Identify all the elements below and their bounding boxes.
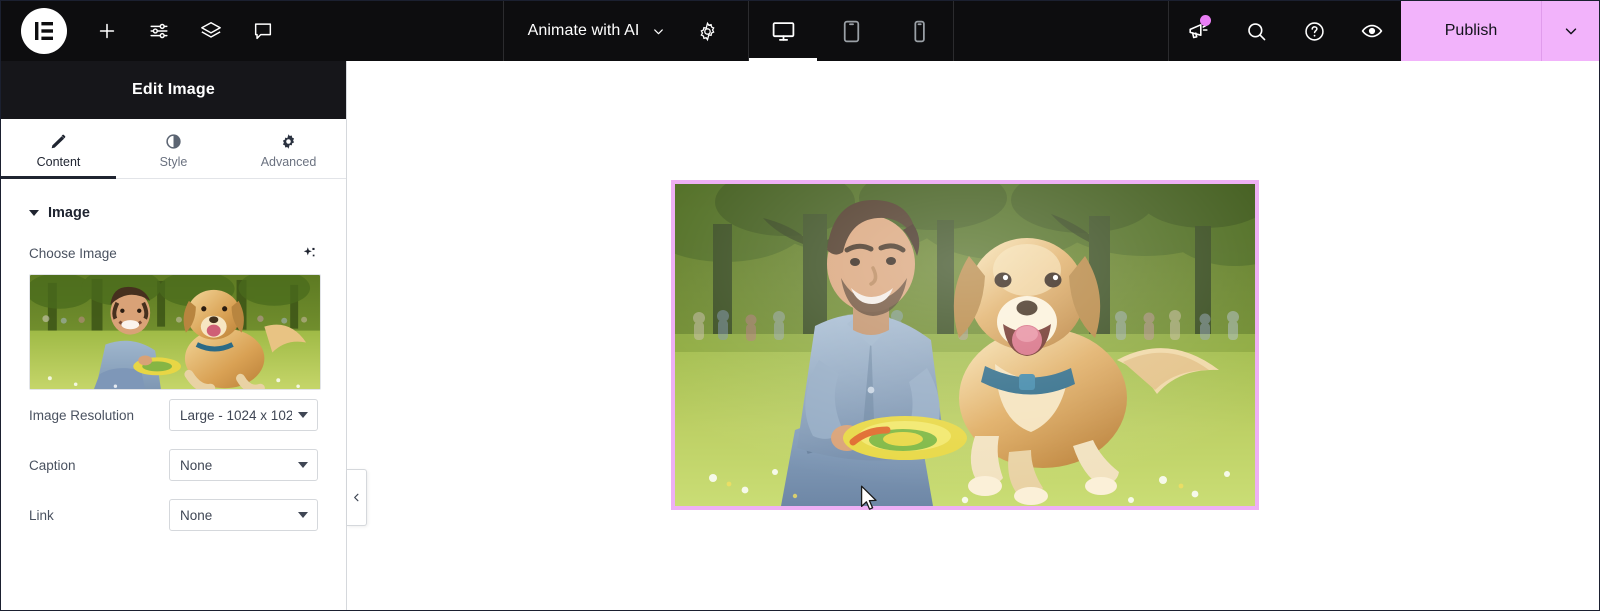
- gear-icon: [280, 133, 297, 150]
- toolbar-center-group: Animate with AI: [289, 1, 1168, 61]
- sliders-icon[interactable]: [133, 1, 185, 61]
- top-toolbar: Animate with AI: [1, 1, 1599, 61]
- editor-panel: Edit Image Content S: [1, 61, 347, 611]
- image-section-title: Image: [48, 205, 90, 221]
- tab-style[interactable]: Style: [116, 119, 231, 178]
- megaphone-icon[interactable]: [1169, 1, 1227, 61]
- field-row-image-resolution: Image Resolution Large - 1024 x 102: [1, 390, 346, 440]
- tab-style-label: Style: [160, 155, 188, 169]
- image-widget-selected[interactable]: [671, 180, 1259, 510]
- field-row-link: Link None: [1, 490, 346, 540]
- image-resolution-value: Large - 1024 x 102: [180, 408, 292, 423]
- panel-collapse-handle[interactable]: [347, 469, 367, 526]
- caret-down-icon: [298, 462, 308, 468]
- toolbar-right-group: Publish: [1168, 1, 1599, 61]
- link-select[interactable]: None: [169, 499, 318, 531]
- caret-down-icon: [298, 512, 308, 518]
- contrast-circle-icon: [165, 133, 182, 150]
- panel-body: Image Choose Image: [1, 179, 346, 611]
- publish-button[interactable]: Publish: [1401, 1, 1541, 61]
- field-row-caption: Caption None: [1, 440, 346, 490]
- link-value: None: [180, 508, 212, 523]
- eye-icon[interactable]: [1343, 1, 1401, 61]
- canvas-image: [675, 184, 1255, 506]
- choose-image-label: Choose Image: [29, 246, 117, 261]
- tab-content[interactable]: Content: [1, 119, 116, 178]
- elementor-editor: Animate with AI: [0, 0, 1600, 611]
- animate-with-ai-label[interactable]: Animate with AI: [528, 22, 640, 40]
- tab-advanced-label: Advanced: [261, 155, 317, 169]
- image-resolution-select[interactable]: Large - 1024 x 102: [169, 399, 318, 431]
- plus-icon[interactable]: [81, 1, 133, 61]
- caret-down-icon: [29, 210, 39, 216]
- device-mobile-button[interactable]: [885, 1, 953, 61]
- layers-icon[interactable]: [185, 1, 237, 61]
- device-preview-switcher: [749, 1, 954, 61]
- chevron-left-icon: [351, 492, 362, 503]
- panel-header: Edit Image: [1, 61, 346, 119]
- page-title: Edit Image: [132, 81, 215, 99]
- image-section-header[interactable]: Image: [1, 179, 346, 221]
- toolbar-left-group: [1, 1, 289, 61]
- publish-options-chevron-down-icon[interactable]: [1541, 1, 1599, 61]
- elementor-logo-icon[interactable]: [21, 8, 67, 54]
- caret-down-icon: [298, 412, 308, 418]
- panel-tabs: Content Style Advanced: [1, 119, 346, 179]
- link-label: Link: [29, 508, 169, 523]
- question-circle-icon[interactable]: [1285, 1, 1343, 61]
- comment-icon[interactable]: [237, 1, 289, 61]
- caption-value: None: [180, 458, 212, 473]
- pencil-icon: [50, 133, 67, 150]
- device-desktop-button[interactable]: [749, 1, 817, 61]
- ai-sparkle-icon[interactable]: [301, 245, 318, 262]
- caption-label: Caption: [29, 458, 169, 473]
- tab-content-label: Content: [37, 155, 81, 169]
- toolbar-utility-icons: [1168, 1, 1401, 61]
- image-thumbnail[interactable]: [29, 274, 321, 390]
- animate-with-ai-group: Animate with AI: [503, 1, 750, 61]
- chevron-down-icon[interactable]: [649, 24, 668, 39]
- editor-canvas[interactable]: [348, 61, 1599, 611]
- notification-badge: [1200, 15, 1211, 26]
- tab-advanced[interactable]: Advanced: [231, 119, 346, 178]
- image-resolution-label: Image Resolution: [29, 408, 169, 423]
- search-icon[interactable]: [1227, 1, 1285, 61]
- choose-image-row: Choose Image: [1, 221, 346, 262]
- publish-group: Publish: [1401, 1, 1599, 61]
- gear-icon[interactable]: [690, 14, 724, 48]
- caption-select[interactable]: None: [169, 449, 318, 481]
- device-tablet-button[interactable]: [817, 1, 885, 61]
